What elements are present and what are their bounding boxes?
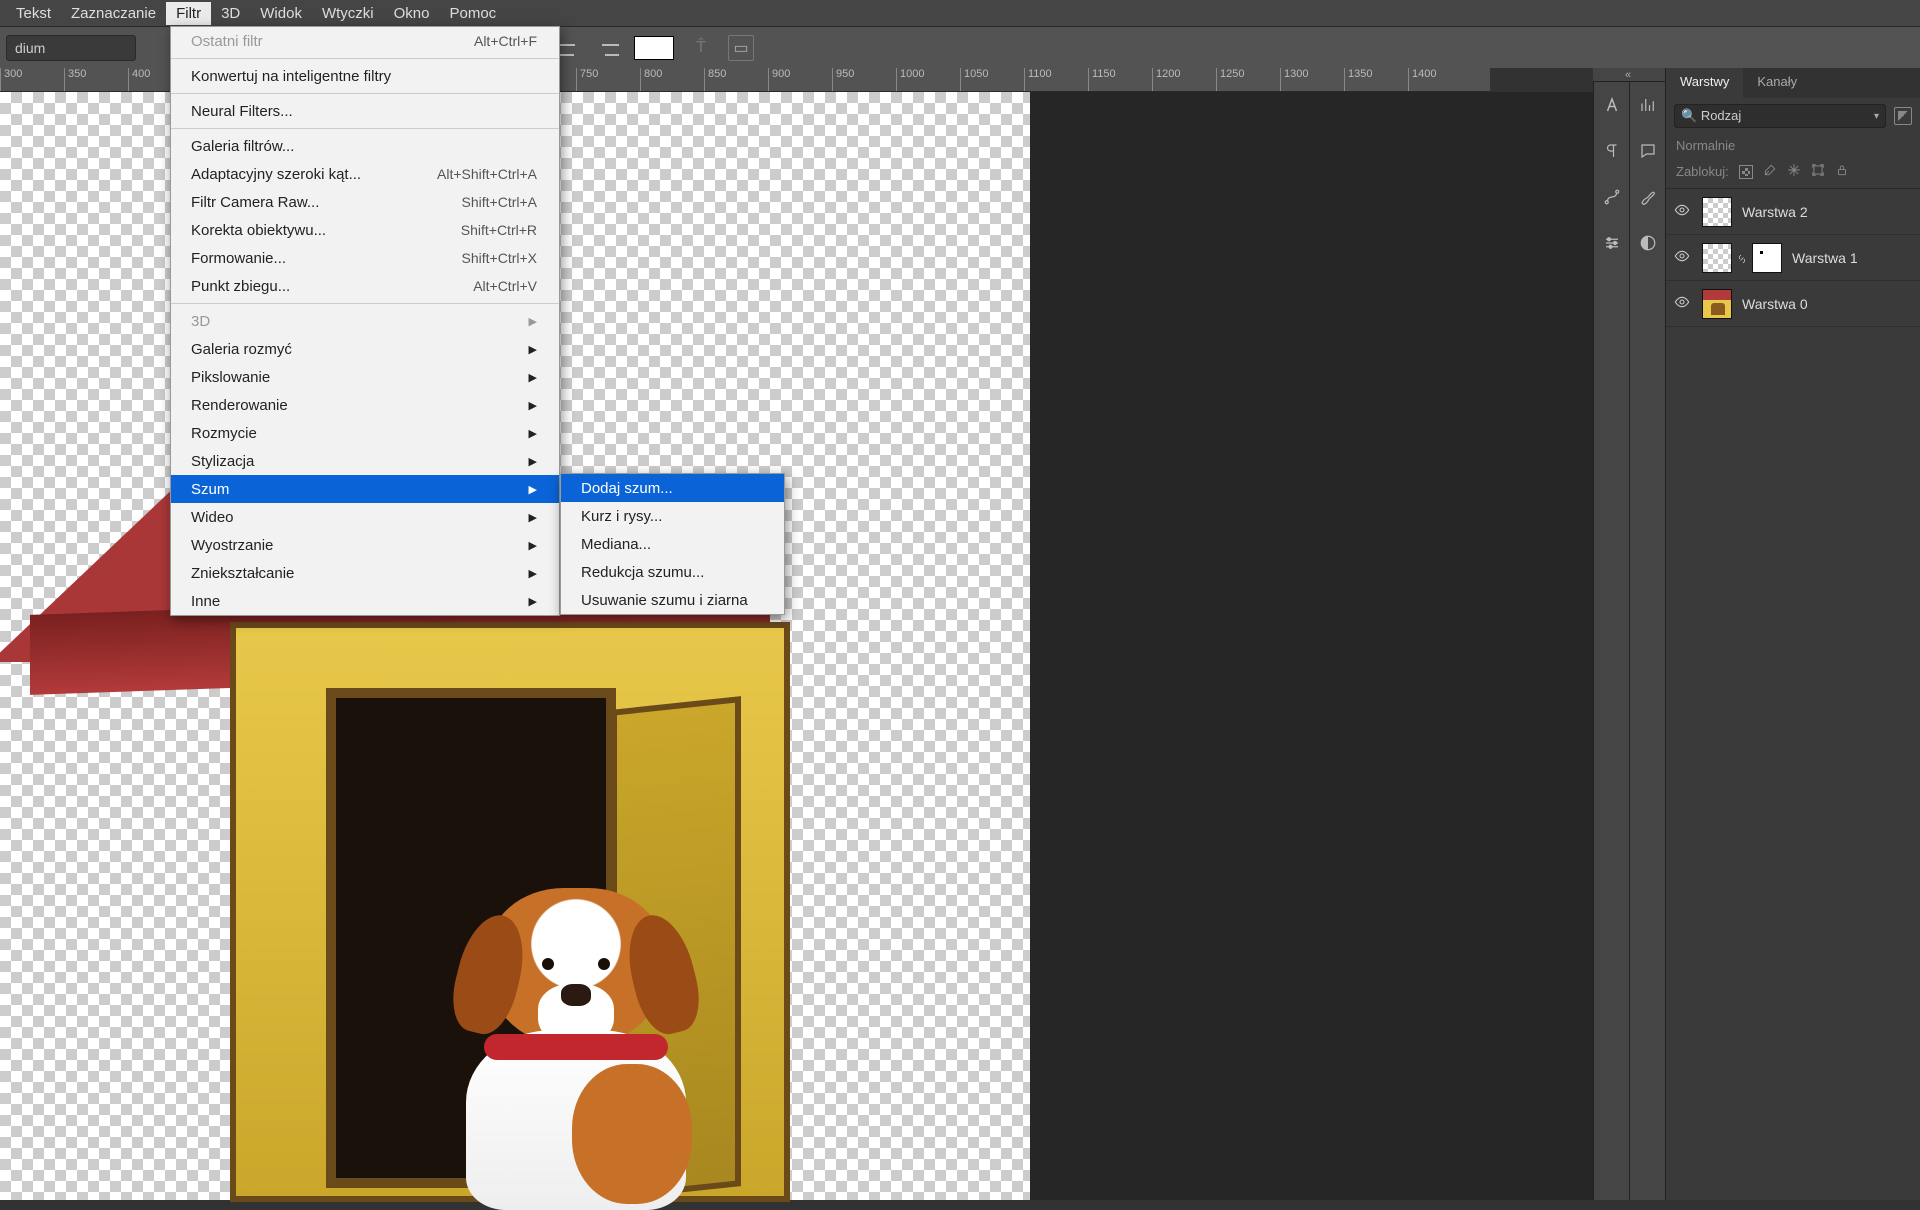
- layer-filter-dropdown[interactable]: 🔍 Rodzaj ▾: [1674, 104, 1886, 128]
- tool-preset-dropdown[interactable]: dium: [6, 35, 136, 61]
- image-house-body: [230, 622, 790, 1202]
- layer-name[interactable]: Warstwa 0: [1742, 296, 1808, 312]
- menu-item[interactable]: Galeria rozmyć▶: [171, 335, 559, 363]
- menu-item[interactable]: Inne▶: [171, 587, 559, 615]
- menubar: TekstZaznaczanieFiltr3DWidokWtyczkiOknoP…: [0, 0, 1920, 26]
- menu-item-tekst[interactable]: Tekst: [6, 2, 61, 25]
- submenu-item[interactable]: Redukcja szumu...: [561, 558, 784, 586]
- menu-item-wtyczki[interactable]: Wtyczki: [312, 2, 384, 25]
- menu-item-filtr[interactable]: Filtr: [166, 2, 211, 25]
- tab-warstwy[interactable]: Warstwy: [1666, 68, 1743, 98]
- layer-row[interactable]: Warstwa 0: [1666, 281, 1920, 327]
- brush-icon[interactable]: [1637, 186, 1659, 208]
- menu-item-widok[interactable]: Widok: [250, 2, 312, 25]
- menu-item[interactable]: Punkt zbiegu...Alt+Ctrl+V: [171, 272, 559, 300]
- layer-row[interactable]: Warstwa 1: [1666, 235, 1920, 281]
- menu-item[interactable]: Pikslowanie▶: [171, 363, 559, 391]
- menu-item[interactable]: Wideo▶: [171, 503, 559, 531]
- menu-item[interactable]: Adaptacyjny szeroki kąt...Alt+Shift+Ctrl…: [171, 160, 559, 188]
- menu-item[interactable]: Formowanie...Shift+Ctrl+X: [171, 244, 559, 272]
- filter-menu: Ostatni filtrAlt+Ctrl+F Konwertuj na inte…: [170, 26, 560, 616]
- menu-item[interactable]: Zniekształcanie▶: [171, 559, 559, 587]
- image-dog: [446, 888, 706, 1208]
- adjustments-icon[interactable]: [1637, 232, 1659, 254]
- menu-item-3d[interactable]: 3D: [211, 2, 250, 25]
- menu-item[interactable]: Filtr Camera Raw...Shift+Ctrl+A: [171, 188, 559, 216]
- lock-artboard-icon[interactable]: [1811, 163, 1825, 180]
- menu-item-okno[interactable]: Okno: [384, 2, 440, 25]
- menu-item: Ostatni filtrAlt+Ctrl+F: [171, 27, 559, 55]
- panel-toggle-icon[interactable]: ▭: [728, 35, 754, 61]
- layer-thumbnail[interactable]: [1702, 197, 1732, 227]
- layer-mask-thumbnail[interactable]: [1752, 243, 1782, 273]
- menu-item[interactable]: Konwertuj na inteligentne filtry: [171, 62, 559, 90]
- sliders-icon[interactable]: [1601, 232, 1623, 254]
- paragraph-icon[interactable]: [1601, 140, 1623, 162]
- lock-row: Zablokuj:: [1666, 161, 1920, 189]
- menu-item-zaznaczanie[interactable]: Zaznaczanie: [61, 2, 166, 25]
- visibility-toggle[interactable]: [1672, 202, 1692, 221]
- comment-icon[interactable]: [1637, 140, 1659, 162]
- character-icon[interactable]: [1601, 94, 1623, 116]
- menu-item[interactable]: Galeria filtrów...: [171, 132, 559, 160]
- panel-tabs: WarstwyKanały: [1666, 68, 1920, 98]
- panel-iconstrip-right: [1629, 68, 1665, 1200]
- submenu-item[interactable]: Kurz i rysy...: [561, 502, 784, 530]
- layer-name[interactable]: Warstwa 1: [1792, 250, 1858, 266]
- layer-name[interactable]: Warstwa 2: [1742, 204, 1808, 220]
- menu-item[interactable]: Rozmycie▶: [171, 419, 559, 447]
- panel-collapse-icon[interactable]: «: [1593, 68, 1665, 82]
- lock-label: Zablokuj:: [1676, 164, 1729, 179]
- menu-item[interactable]: Korekta obiektywu...Shift+Ctrl+R: [171, 216, 559, 244]
- menu-item: 3D▶: [171, 307, 559, 335]
- filter-thumbnail-icon[interactable]: [1894, 107, 1912, 125]
- menu-item[interactable]: Szum▶: [171, 475, 559, 503]
- menu-item[interactable]: Renderowanie▶: [171, 391, 559, 419]
- lock-position-icon[interactable]: [1787, 163, 1801, 180]
- visibility-toggle[interactable]: [1672, 294, 1692, 313]
- lock-pixels-icon[interactable]: [1763, 163, 1777, 180]
- szum-submenu: Dodaj szum...Kurz i rysy...Mediana...Red…: [560, 473, 785, 615]
- blend-mode-dropdown[interactable]: Normalnie: [1666, 134, 1920, 161]
- layer-thumbnail[interactable]: [1702, 243, 1732, 273]
- link-icon[interactable]: [1736, 252, 1748, 264]
- submenu-item[interactable]: Usuwanie szumu i ziarna: [561, 586, 784, 614]
- menu-item[interactable]: Neural Filters...: [171, 97, 559, 125]
- tab-kanały[interactable]: Kanały: [1743, 68, 1811, 98]
- histogram-icon[interactable]: [1637, 94, 1659, 116]
- color-swatch[interactable]: [634, 36, 674, 60]
- path-icon[interactable]: [1601, 186, 1623, 208]
- submenu-item[interactable]: Dodaj szum...: [561, 474, 784, 502]
- menu-item[interactable]: Wyostrzanie▶: [171, 531, 559, 559]
- menu-item-pomoc[interactable]: Pomoc: [439, 2, 506, 25]
- lock-all-icon[interactable]: [1835, 163, 1849, 180]
- panel-iconstrip-left: [1593, 68, 1629, 1200]
- warp-text-icon[interactable]: T̂: [688, 35, 714, 61]
- menu-item[interactable]: Stylizacja▶: [171, 447, 559, 475]
- layer-thumbnail[interactable]: [1702, 289, 1732, 319]
- lock-transparency-icon[interactable]: [1739, 165, 1753, 179]
- layers-panel: WarstwyKanały 🔍 Rodzaj ▾ Normalnie Zablo…: [1665, 68, 1920, 1200]
- visibility-toggle[interactable]: [1672, 248, 1692, 267]
- submenu-item[interactable]: Mediana...: [561, 530, 784, 558]
- layer-row[interactable]: Warstwa 2: [1666, 189, 1920, 235]
- layer-list: Warstwa 2 Warstwa 1 Warstwa 0: [1666, 189, 1920, 327]
- align-right-icon[interactable]: [594, 35, 620, 61]
